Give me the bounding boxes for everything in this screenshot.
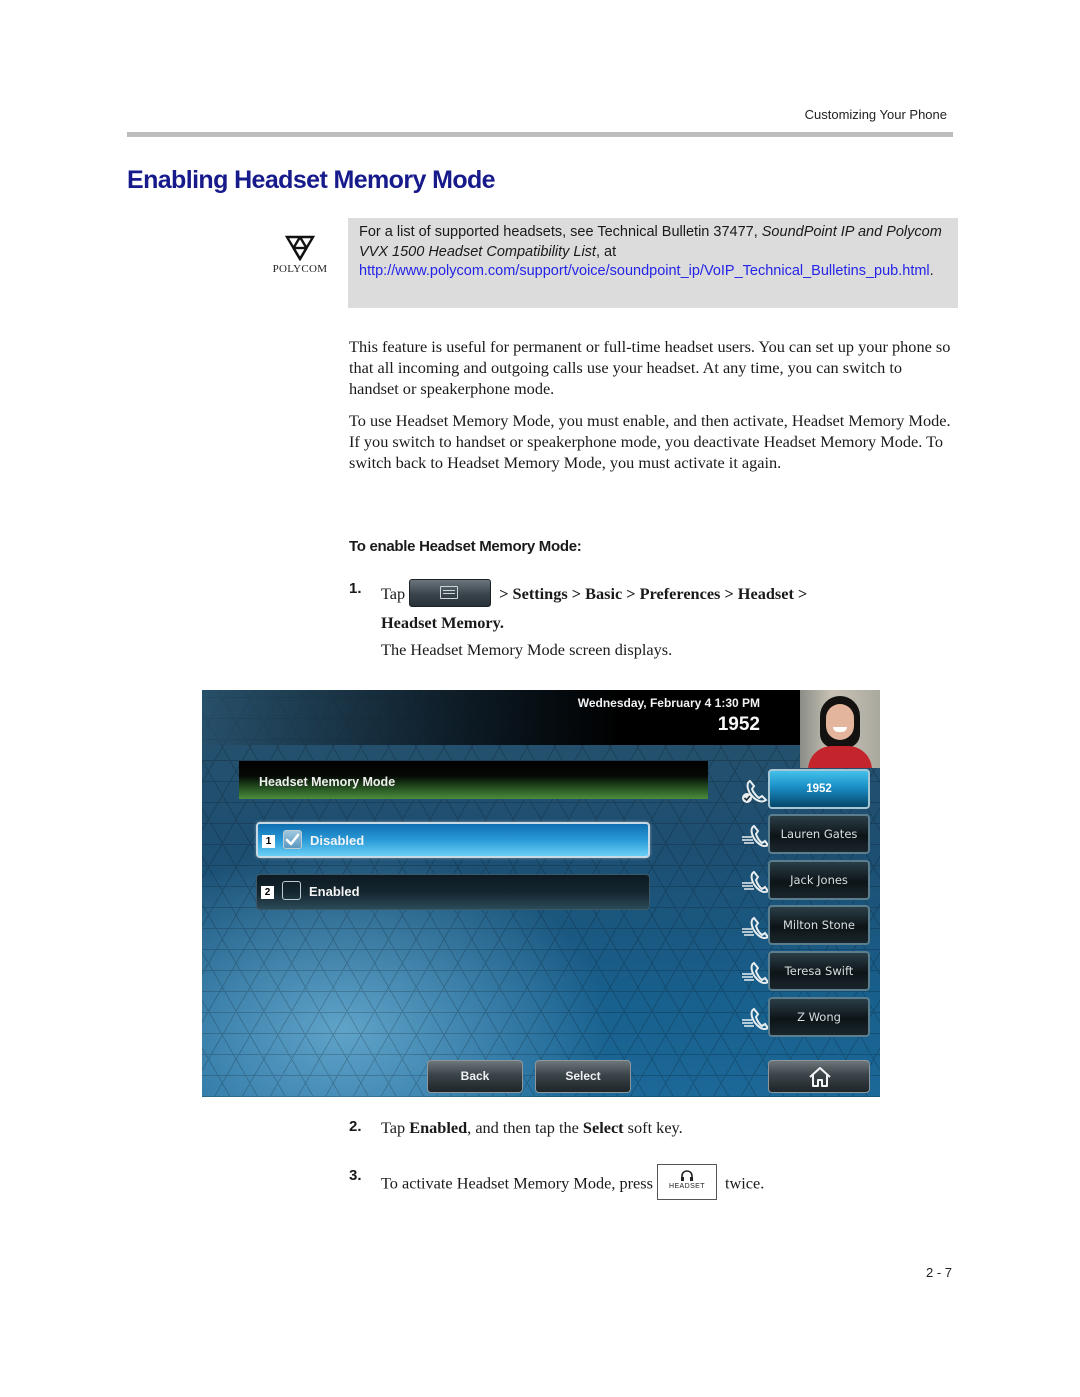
- menu-path: > Settings > Basic > Preferences > Heads…: [499, 584, 808, 603]
- extension-number: 1952: [717, 714, 760, 735]
- handset-speed-dial-icon: [742, 1007, 769, 1030]
- step-text: soft key.: [623, 1118, 683, 1137]
- back-soft-key[interactable]: Back: [427, 1060, 523, 1093]
- step-text: , and then tap the: [467, 1118, 583, 1137]
- headset-key: HEADSET: [656, 1164, 717, 1200]
- step-text: To activate Headset Memory Mode, press: [381, 1173, 653, 1193]
- option-index: 1: [262, 835, 275, 848]
- page-number: 2 - 7: [925, 1265, 952, 1280]
- logo-text: POLYCOM: [272, 263, 328, 275]
- enabled-ref: Enabled: [409, 1118, 468, 1137]
- section-title: Enabling Headset Memory Mode: [127, 166, 496, 194]
- running-head: Customizing Your Phone: [804, 107, 947, 122]
- line-key-jack-jones[interactable]: Jack Jones: [768, 860, 870, 900]
- step-1-result: The Headset Memory Mode screen displays.: [381, 640, 673, 659]
- bulletin-link[interactable]: http://www.polycom.com/support/voice/sou…: [359, 263, 930, 279]
- home-icon: [809, 1067, 831, 1087]
- user-photo: [800, 690, 880, 768]
- polycom-logo-icon: [285, 235, 315, 261]
- home-button[interactable]: [768, 1060, 870, 1093]
- step-number: 1.: [349, 580, 362, 597]
- handset-speed-dial-icon: [742, 824, 769, 847]
- handset-speed-dial-icon: [742, 961, 769, 984]
- note-text: For a list of supported headsets, see Te…: [359, 224, 762, 240]
- select-ref: Select: [582, 1118, 624, 1137]
- step-text: Tap: [381, 1118, 410, 1137]
- note-text-after: , at: [595, 243, 617, 260]
- line-key-1952[interactable]: 1952: [768, 769, 870, 809]
- select-soft-key[interactable]: Select: [535, 1060, 631, 1093]
- line-key-teresa-swift[interactable]: Teresa Swift: [768, 951, 870, 991]
- usage-paragraph: To use Headset Memory Mode, you must ena…: [349, 411, 951, 473]
- handset-speed-dial-icon: [742, 870, 769, 893]
- intro-paragraph: This feature is useful for permanent or …: [349, 337, 951, 399]
- headset-key-label: HEADSET: [669, 1183, 705, 1190]
- step-number: 2.: [349, 1118, 362, 1135]
- line-key-z-wong[interactable]: Z Wong: [768, 997, 870, 1037]
- date-time: Wednesday, February 4 1:30 PM: [577, 696, 760, 710]
- phone-screenshot: Wednesday, February 4 1:30 PM 1952 Heads…: [202, 690, 880, 1097]
- screen-title-bar: Headset Memory Mode: [239, 761, 708, 799]
- option-enabled[interactable]: 2 Enabled: [256, 874, 650, 910]
- menu-key: [409, 579, 492, 608]
- checkbox-unchecked[interactable]: [282, 881, 301, 900]
- option-label: Disabled: [310, 833, 365, 848]
- line-key-milton-stone[interactable]: Milton Stone: [768, 905, 870, 945]
- headset-icon: [680, 1170, 693, 1181]
- procedure-heading: To enable Headset Memory Mode:: [349, 538, 582, 555]
- handset-registered-icon: [742, 779, 768, 803]
- screen-title: Headset Memory Mode: [259, 775, 396, 789]
- option-index: 2: [261, 886, 274, 899]
- checkbox-checked[interactable]: [283, 830, 302, 849]
- checkmark-icon: [285, 833, 300, 846]
- line-key-lauren-gates[interactable]: Lauren Gates: [768, 814, 870, 854]
- menu-path-end: Headset Memory.: [381, 613, 504, 633]
- step-text: Tap: [381, 584, 406, 603]
- handset-speed-dial-icon: [742, 916, 769, 939]
- link-suffix: .: [929, 263, 934, 279]
- option-disabled[interactable]: 1 Disabled: [256, 822, 650, 858]
- note-box: For a list of supported headsets, see Te…: [348, 218, 958, 308]
- step-text: twice.: [724, 1173, 765, 1193]
- polycom-logo: POLYCOM: [266, 235, 334, 275]
- step-number: 3.: [349, 1167, 362, 1184]
- menu-icon: [440, 586, 459, 600]
- header-rule: [127, 132, 953, 137]
- option-label: Enabled: [309, 884, 360, 899]
